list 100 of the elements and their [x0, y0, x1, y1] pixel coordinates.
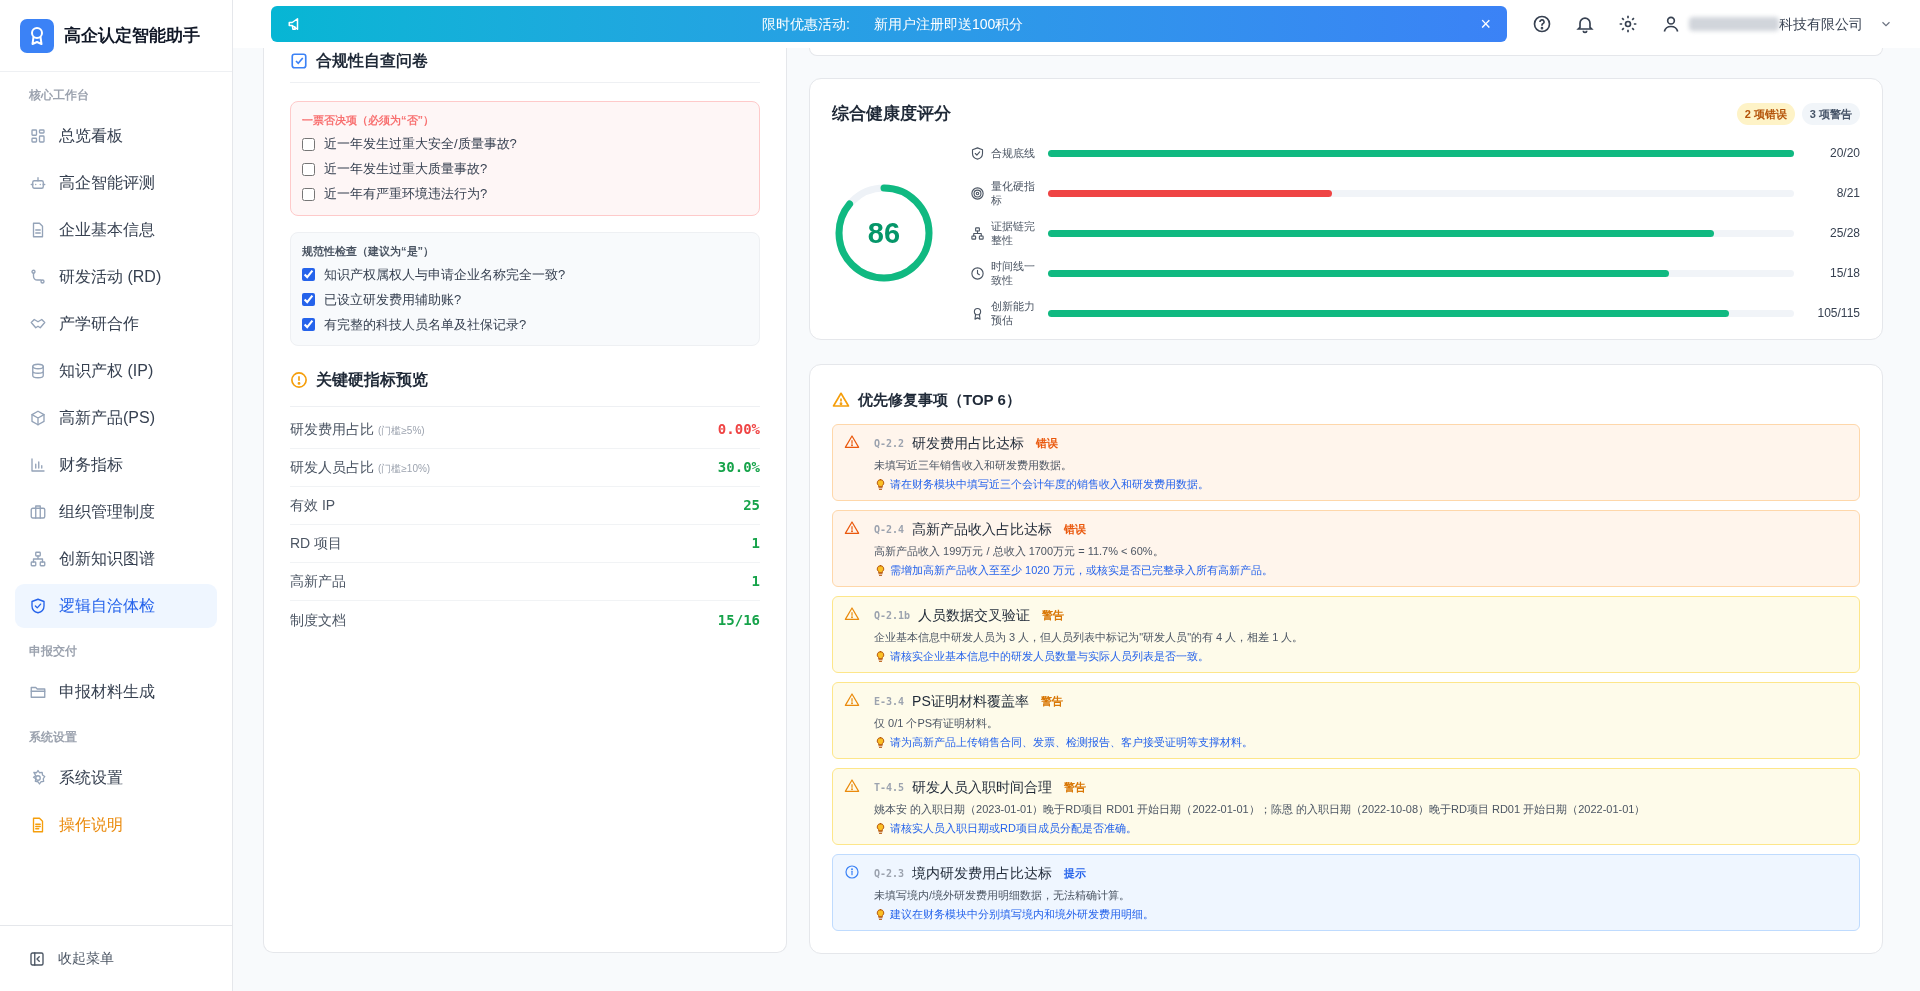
- dimension-label: 量化硬指标: [991, 179, 1036, 207]
- severity-label: 警告: [1042, 608, 1065, 624]
- checkbox[interactable]: [302, 162, 315, 176]
- clock-icon: [970, 265, 985, 281]
- sidebar-item[interactable]: 总览看板: [15, 114, 217, 158]
- checkbox-square-icon: [290, 52, 308, 70]
- dimension-label: 时间线一致性: [991, 259, 1036, 287]
- severity-label: 警告: [1040, 694, 1063, 710]
- warning-icon: [844, 433, 860, 450]
- sidebar-item[interactable]: 系统设置: [15, 756, 217, 800]
- issue-code: E-3.4: [874, 695, 905, 709]
- question-label: 知识产权属权人与申请企业名称完全一致?: [324, 265, 566, 284]
- checkbox[interactable]: [302, 268, 315, 281]
- sidebar-item[interactable]: 知识产权 (IP): [15, 349, 217, 393]
- dimension-reading: 20/20: [1828, 145, 1860, 162]
- section-label: 申报交付: [28, 643, 78, 660]
- bell-icon[interactable]: [1575, 14, 1595, 34]
- lightbulb-icon: [874, 735, 887, 749]
- section-label: 核心工作台: [28, 87, 90, 104]
- sidebar-item[interactable]: 研发活动 (RD): [15, 255, 217, 299]
- checkbox[interactable]: [302, 318, 315, 331]
- issue-title: 研发费用占比达标: [912, 434, 1025, 453]
- collapse-menu-button[interactable]: 收起菜单: [28, 948, 114, 969]
- issue-title: 人员数据交叉验证: [918, 606, 1031, 625]
- warning-icon: [844, 605, 860, 622]
- branch-icon: [29, 268, 47, 286]
- app-title: 高企认定智能助手: [64, 24, 200, 47]
- warning-icon: [844, 691, 860, 708]
- severity-label: 错误: [1036, 436, 1059, 452]
- lightbulb-icon: [874, 649, 887, 663]
- sidebar-item[interactable]: 逻辑自洽体检: [15, 584, 217, 628]
- status-badge: 2 项错误: [1736, 102, 1795, 125]
- issue-hint: 需增加高新产品收入至至少 1020 万元，或核实是否已完整录入所有高新产品。: [890, 563, 1273, 578]
- metric-label: RD 项目: [290, 534, 343, 553]
- issue-title: 境内研发费用占比达标: [912, 864, 1053, 883]
- question-label: 近一年发生过重大质量事故?: [324, 160, 488, 179]
- lightbulb-icon: [874, 563, 887, 577]
- banner-title: 限时优惠活动:: [762, 14, 850, 34]
- metric-label: 研发费用占比: [290, 420, 374, 439]
- info-icon: [844, 863, 860, 880]
- group-label: 一票否决项（必须为“否”）: [302, 113, 435, 128]
- issue-code: T-4.5: [874, 781, 905, 795]
- issue-code: Q-2.1b: [874, 609, 911, 623]
- metric-note: (门槛≥10%): [378, 462, 431, 476]
- question-label: 已设立研发费用辅助账?: [324, 290, 462, 309]
- lightbulb-icon: [874, 821, 887, 835]
- section-label: 系统设置: [28, 729, 78, 746]
- hierarchy-icon: [29, 550, 47, 568]
- dimension-reading: 15/18: [1828, 265, 1860, 282]
- robot-icon: [29, 174, 47, 192]
- question-label: 有完整的科技人员名单及社保记录?: [324, 315, 527, 334]
- warning-icon: [832, 391, 850, 410]
- metric-label: 研发人员占比: [290, 458, 374, 477]
- dimension-label: 创新能力预估: [991, 299, 1036, 327]
- question-label: 近一年发生过重大安全/质量事故?: [324, 135, 517, 154]
- lightbulb-icon: [874, 477, 887, 491]
- sidebar-item[interactable]: 创新知识图谱: [15, 537, 217, 581]
- target-icon: [970, 185, 985, 201]
- checkbox[interactable]: [302, 293, 315, 306]
- issue-detail: 姚本安 的入职日期（2023-01-01）晚于RD项目 RD01 开始日期（2022-01-01）；陈恩 的入职日期（2022-10-08）晚于RD项目 RD01 开始日期（2022-01-01）: [874, 801, 1646, 817]
- status-badge: 3 项警告: [1801, 102, 1860, 125]
- dimension-reading: 105/115: [1816, 305, 1860, 322]
- help-icon[interactable]: [1532, 14, 1552, 34]
- metric-value: 1: [751, 534, 760, 553]
- issue-code: Q-2.2: [874, 437, 905, 451]
- issue-hint: 建议在财务模块中分别填写境内和境外研发费用明细。: [890, 907, 1154, 922]
- user-icon[interactable]: [1661, 14, 1681, 34]
- sidebar-item[interactable]: 高企智能评测: [15, 161, 217, 205]
- sidebar-item[interactable]: 组织管理制度: [15, 490, 217, 534]
- issue-title: 研发人员入职时间合理: [912, 778, 1053, 797]
- metric-value: 25: [743, 496, 760, 515]
- issue-code: Q-2.3: [874, 867, 905, 881]
- metric-value: 30.0%: [717, 458, 760, 477]
- warning-icon: [844, 519, 860, 536]
- issue-detail: 未填写近三年销售收入和研发费用数据。: [874, 457, 1073, 473]
- checkbox[interactable]: [302, 137, 315, 151]
- badge-logo-icon: [20, 18, 54, 53]
- sidebar-item[interactable]: 申报材料生成: [15, 670, 217, 714]
- shield-check-icon: [29, 597, 47, 615]
- question-label: 近一年有严重环境违法行为?: [324, 185, 488, 204]
- metric-note: (门槛≥5%): [378, 424, 425, 438]
- banner-message: 新用户注册即送100积分: [874, 14, 1024, 34]
- sidebar-item[interactable]: 财务指标: [15, 443, 217, 487]
- close-button[interactable]: ×: [1480, 15, 1491, 33]
- issue-detail: 企业基本信息中研发人员为 3 人，但人员列表中标记为"研发人员"的有 4 人，相差 1 人。: [874, 629, 1304, 645]
- sidebar-item[interactable]: 产学研合作: [15, 302, 217, 346]
- sidebar-item[interactable]: 企业基本信息: [15, 208, 217, 252]
- metric-label: 高新产品: [290, 572, 346, 591]
- settings-icon[interactable]: [1618, 14, 1638, 34]
- bar-chart-icon: [29, 456, 47, 474]
- severity-label: 错误: [1064, 522, 1087, 538]
- section-title: 合规性自查问卷: [316, 51, 428, 71]
- dimension-reading: 8/21: [1835, 185, 1860, 202]
- hierarchy-icon: [970, 225, 985, 241]
- issue-code: Q-2.4: [874, 523, 905, 537]
- sidebar-item[interactable]: 高新产品(PS): [15, 396, 217, 440]
- issue-hint: 请核实人员入职日期或RD项目成员分配是否准确。: [890, 821, 1137, 836]
- checkbox[interactable]: [302, 187, 315, 201]
- briefcase-icon: [29, 503, 47, 521]
- severity-label: 警告: [1064, 780, 1087, 796]
